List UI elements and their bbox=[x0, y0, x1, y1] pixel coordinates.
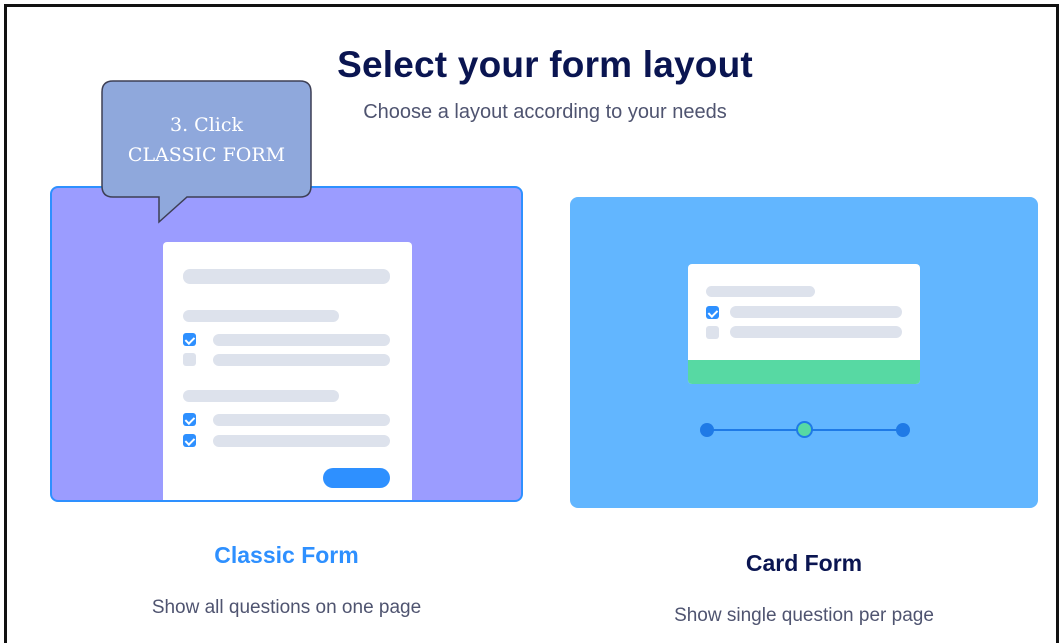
card-form-preview bbox=[688, 264, 920, 384]
preview-option-bar bbox=[730, 326, 902, 338]
progress-dot-active-icon bbox=[796, 421, 813, 438]
preview-option-bar bbox=[213, 435, 390, 447]
preview-heading-bar bbox=[183, 269, 390, 284]
callout-line-1: 3. Click bbox=[169, 114, 243, 136]
progress-dot-icon bbox=[896, 423, 910, 437]
preview-next-bar bbox=[688, 360, 920, 384]
callout-line-2: CLASSIC FORM bbox=[127, 144, 286, 166]
preview-question-bar bbox=[183, 390, 339, 402]
preview-option-bar bbox=[213, 334, 390, 346]
checkbox-checked-icon bbox=[183, 434, 196, 447]
instruction-callout: 3. Click CLASSIC FORM bbox=[101, 80, 312, 224]
card-form-description: Show single question per page bbox=[674, 605, 934, 626]
classic-form-description: Show all questions on one page bbox=[151, 597, 422, 618]
callout-text: 3. Click CLASSIC FORM bbox=[101, 110, 312, 170]
checkbox-checked-icon bbox=[183, 333, 196, 346]
preview-option-bar bbox=[213, 354, 390, 366]
classic-form-label[interactable]: Classic Form bbox=[50, 542, 523, 569]
classic-form-option[interactable] bbox=[50, 186, 523, 502]
preview-question-bar bbox=[183, 310, 339, 322]
checkbox-checked-icon bbox=[183, 413, 196, 426]
checkbox-checked-icon bbox=[706, 306, 719, 319]
classic-form-preview bbox=[163, 242, 412, 500]
progress-dot-icon bbox=[700, 423, 714, 437]
checkbox-empty-icon bbox=[183, 353, 196, 366]
preview-submit-button bbox=[323, 468, 390, 488]
preview-option-bar bbox=[730, 306, 902, 318]
card-form-label[interactable]: Card Form bbox=[570, 550, 1038, 577]
preview-question-bar bbox=[706, 286, 815, 297]
card-form-option[interactable] bbox=[570, 197, 1038, 508]
preview-option-bar bbox=[213, 414, 390, 426]
checkbox-empty-icon bbox=[706, 326, 719, 339]
